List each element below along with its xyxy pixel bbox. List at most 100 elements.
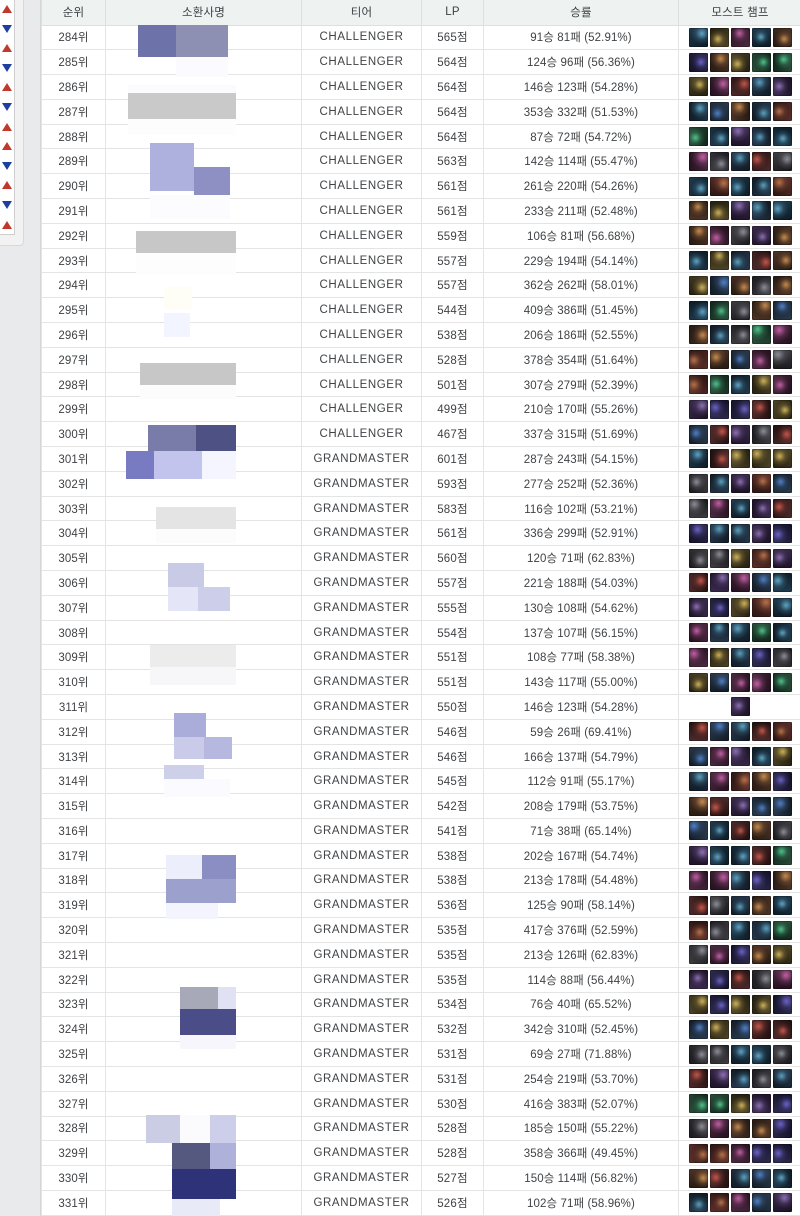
champion-portrait-icon[interactable] [730, 623, 750, 643]
champion-portrait-icon[interactable] [772, 449, 792, 469]
table-row[interactable]: 284위 CHALLENGER 565점 91승 81패 (52.91%) [41, 24, 800, 51]
champion-portrait-icon[interactable] [688, 548, 708, 568]
champion-portrait-icon[interactable] [730, 647, 750, 667]
cell-summoner-name[interactable] [105, 446, 302, 472]
champion-portrait-icon[interactable] [751, 399, 771, 419]
champion-portrait-icon[interactable] [730, 176, 750, 196]
champion-portrait-icon[interactable] [751, 870, 771, 890]
cell-summoner-name[interactable] [105, 495, 302, 522]
champion-portrait-icon[interactable] [709, 424, 729, 444]
champion-portrait-icon[interactable] [751, 325, 771, 345]
cell-summoner-name[interactable] [105, 98, 302, 125]
champion-portrait-icon[interactable] [730, 201, 750, 221]
cell-summoner-name[interactable] [105, 222, 302, 249]
champion-portrait-icon[interactable] [730, 226, 750, 246]
champion-portrait-icon[interactable] [730, 598, 750, 618]
cell-summoner-name[interactable] [105, 470, 302, 497]
champion-portrait-icon[interactable] [751, 176, 771, 196]
champion-portrait-icon[interactable] [688, 846, 708, 866]
champion-portrait-icon[interactable] [688, 1143, 708, 1163]
champion-portrait-icon[interactable] [772, 722, 792, 742]
table-row[interactable]: 307위 GRANDMASTER 555점 130승 108패 (54.62%) [41, 594, 800, 621]
champion-portrait-icon[interactable] [751, 151, 771, 171]
column-header-most-champions[interactable]: 모스트 챔프 [678, 0, 800, 26]
cell-summoner-name[interactable] [105, 173, 302, 200]
cell-summoner-name[interactable] [105, 272, 302, 299]
champion-portrait-icon[interactable] [751, 647, 771, 667]
champion-portrait-icon[interactable] [751, 102, 771, 122]
champion-portrait-icon[interactable] [730, 523, 750, 543]
champion-portrait-icon[interactable] [709, 251, 729, 271]
champion-portrait-icon[interactable] [751, 77, 771, 97]
champion-portrait-icon[interactable] [688, 499, 708, 519]
champion-portrait-icon[interactable] [772, 523, 792, 543]
champion-portrait-icon[interactable] [688, 77, 708, 97]
champion-portrait-icon[interactable] [709, 300, 729, 320]
champion-portrait-icon[interactable] [709, 870, 729, 890]
cell-summoner-name[interactable] [105, 694, 302, 720]
champion-portrait-icon[interactable] [709, 275, 729, 295]
champion-portrait-icon[interactable] [709, 151, 729, 171]
champion-portrait-icon[interactable] [772, 350, 792, 370]
champion-portrait-icon[interactable] [688, 647, 708, 667]
column-header-winrate[interactable]: 승률 [483, 0, 679, 26]
champion-portrait-icon[interactable] [751, 523, 771, 543]
champion-portrait-icon[interactable] [730, 697, 750, 717]
champion-portrait-icon[interactable] [688, 300, 708, 320]
champion-portrait-icon[interactable] [751, 920, 771, 940]
cell-summoner-name[interactable] [105, 1189, 302, 1216]
champion-portrait-icon[interactable] [772, 821, 792, 841]
table-row[interactable]: 299위 CHALLENGER 499점 210승 170패 (55.26%) [41, 396, 800, 423]
champion-portrait-icon[interactable] [688, 226, 708, 246]
champion-portrait-icon[interactable] [709, 127, 729, 147]
champion-portrait-icon[interactable] [730, 1094, 750, 1114]
cell-summoner-name[interactable] [105, 743, 302, 770]
cell-summoner-name[interactable] [105, 941, 302, 968]
table-row[interactable]: 321위 GRANDMASTER 535점 213승 126패 (62.83%) [41, 941, 800, 968]
table-row[interactable]: 311위 GRANDMASTER 550점 146승 123패 (54.28%) [41, 694, 800, 720]
champion-portrait-icon[interactable] [751, 52, 771, 72]
cell-summoner-name[interactable] [105, 346, 302, 373]
table-row[interactable]: 312위 GRANDMASTER 546점 59승 26패 (69.41%) [41, 718, 800, 745]
champion-portrait-icon[interactable] [751, 747, 771, 766]
champion-portrait-icon[interactable] [751, 722, 771, 742]
table-row[interactable]: 329위 GRANDMASTER 528점 358승 366패 (49.45%) [41, 1140, 800, 1167]
champion-portrait-icon[interactable] [730, 895, 750, 915]
champion-portrait-icon[interactable] [772, 1094, 792, 1114]
table-row[interactable]: 289위 CHALLENGER 563점 142승 114패 (55.47%) [41, 148, 800, 175]
champion-portrait-icon[interactable] [751, 424, 771, 444]
champion-portrait-icon[interactable] [751, 1019, 771, 1039]
table-row[interactable]: 306위 GRANDMASTER 557점 221승 188패 (54.03%) [41, 570, 800, 596]
cell-summoner-name[interactable] [105, 198, 302, 224]
champion-portrait-icon[interactable] [772, 647, 792, 667]
champion-portrait-icon[interactable] [730, 1168, 750, 1188]
champion-portrait-icon[interactable] [709, 399, 729, 419]
cell-summoner-name[interactable] [105, 818, 302, 844]
champion-portrait-icon[interactable] [751, 895, 771, 915]
champion-portrait-icon[interactable] [751, 548, 771, 568]
cell-summoner-name[interactable] [105, 594, 302, 621]
champion-portrait-icon[interactable] [730, 449, 750, 469]
champion-portrait-icon[interactable] [772, 52, 792, 72]
champion-portrait-icon[interactable] [772, 623, 792, 643]
table-row[interactable]: 286위 CHALLENGER 564점 146승 123패 (54.28%) [41, 74, 800, 100]
champion-portrait-icon[interactable] [730, 722, 750, 742]
champion-portrait-icon[interactable] [688, 771, 708, 791]
table-row[interactable]: 292위 CHALLENGER 559점 106승 81패 (56.68%) [41, 222, 800, 249]
champion-portrait-icon[interactable] [709, 796, 729, 816]
champion-portrait-icon[interactable] [730, 52, 750, 72]
champion-portrait-icon[interactable] [751, 1193, 771, 1213]
table-row[interactable]: 310위 GRANDMASTER 551점 143승 117패 (55.00%) [41, 669, 800, 696]
champion-portrait-icon[interactable] [730, 747, 750, 766]
table-row[interactable]: 305위 GRANDMASTER 560점 120승 71패 (62.83%) [41, 545, 800, 572]
champion-portrait-icon[interactable] [688, 870, 708, 890]
cell-summoner-name[interactable] [105, 768, 302, 795]
champion-portrait-icon[interactable] [709, 176, 729, 196]
table-row[interactable]: 287위 CHALLENGER 564점 353승 332패 (51.53%) [41, 98, 800, 125]
champion-portrait-icon[interactable] [709, 27, 729, 47]
champion-portrait-icon[interactable] [772, 1118, 792, 1138]
champion-portrait-icon[interactable] [709, 722, 729, 742]
table-row[interactable]: 300위 CHALLENGER 467점 337승 315패 (51.69%) [41, 421, 800, 448]
champion-portrait-icon[interactable] [688, 350, 708, 370]
champion-portrait-icon[interactable] [751, 1069, 771, 1089]
